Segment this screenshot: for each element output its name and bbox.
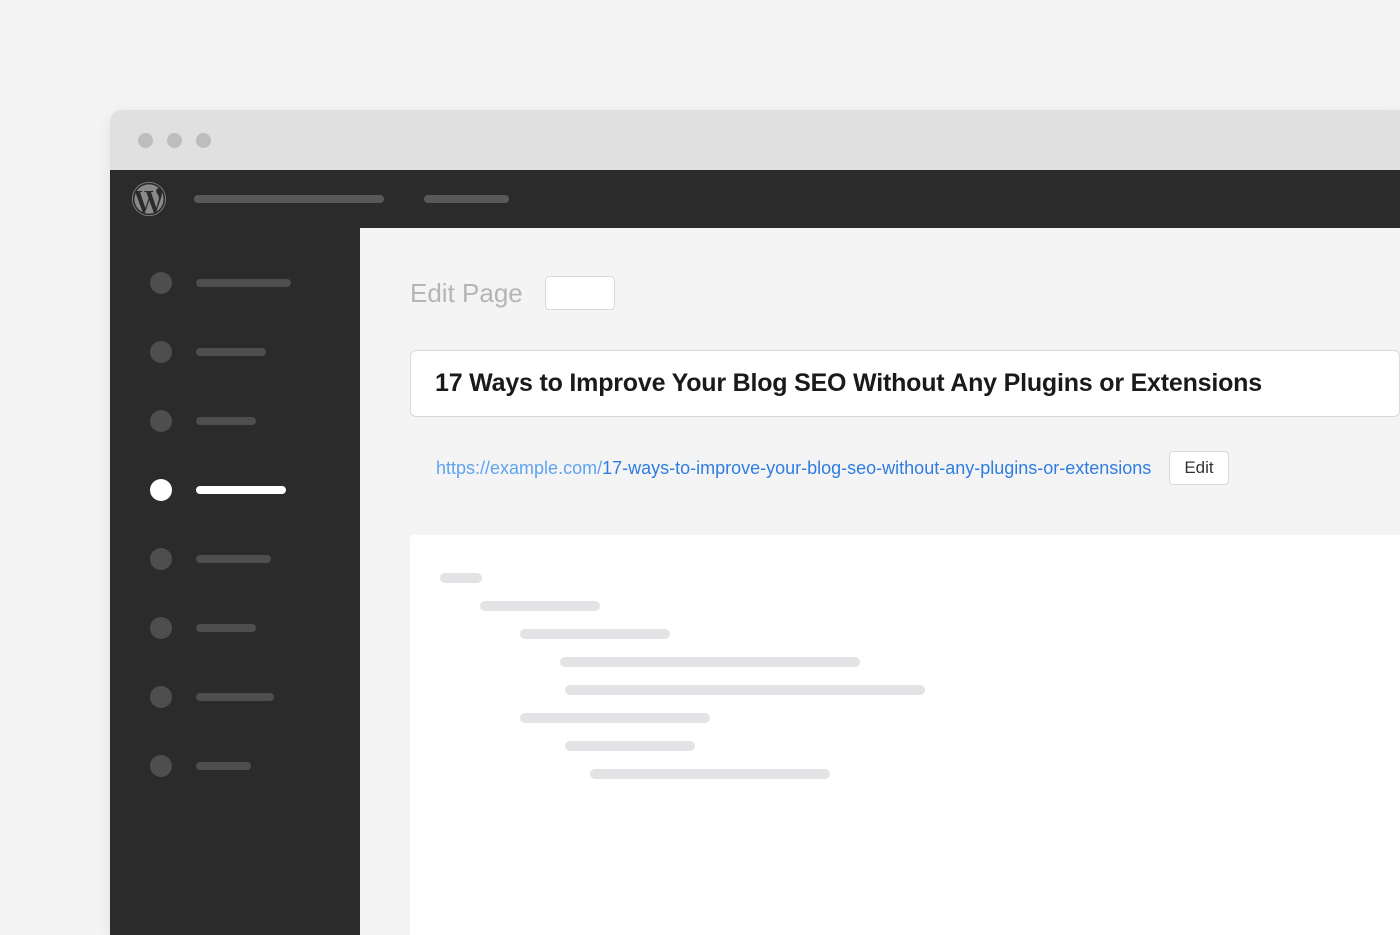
sidebar-item-icon: [150, 341, 172, 363]
editor-placeholder-line: [440, 573, 482, 583]
editor-placeholder-line: [520, 713, 710, 723]
window-titlebar: [110, 110, 1400, 170]
sidebar-item[interactable]: [150, 548, 360, 570]
sidebar-item-label: [196, 348, 266, 356]
main-content: Edit Page 17 Ways to Improve Your Blog S…: [360, 228, 1400, 935]
sidebar-item[interactable]: [150, 272, 360, 294]
window-close-dot[interactable]: [138, 133, 153, 148]
sidebar-item-label: [196, 624, 256, 632]
sidebar-item[interactable]: [150, 617, 360, 639]
sidebar-item-label: [196, 486, 286, 494]
sidebar-item[interactable]: [150, 479, 360, 501]
sidebar-item-label: [196, 279, 291, 287]
permalink-url: https://example.com/17-ways-to-improve-y…: [436, 458, 1151, 479]
page-title: Edit Page: [410, 278, 523, 309]
editor-placeholder-line: [480, 601, 600, 611]
editor-placeholder-line: [560, 657, 860, 667]
editor-placeholder-line: [565, 685, 925, 695]
editor-body[interactable]: [410, 535, 1400, 935]
permalink-base: https://example.com/: [436, 458, 602, 478]
app-body: Edit Page 17 Ways to Improve Your Blog S…: [110, 228, 1400, 935]
sidebar-item-icon: [150, 479, 172, 501]
editor-placeholder-line: [565, 741, 695, 751]
topbar-item[interactable]: [424, 195, 509, 203]
sidebar-item-icon: [150, 548, 172, 570]
sidebar-item-icon: [150, 617, 172, 639]
window-minimize-dot[interactable]: [167, 133, 182, 148]
sidebar-item[interactable]: [150, 686, 360, 708]
sidebar-item-icon: [150, 686, 172, 708]
editor-placeholder-line: [520, 629, 670, 639]
permalink-row: https://example.com/17-ways-to-improve-y…: [410, 451, 1400, 485]
sidebar-item-icon: [150, 410, 172, 432]
editor-placeholder-line: [590, 769, 830, 779]
sidebar-item-label: [196, 555, 271, 563]
add-new-button[interactable]: [545, 276, 615, 310]
app-frame: Edit Page 17 Ways to Improve Your Blog S…: [110, 170, 1400, 935]
post-title-input[interactable]: 17 Ways to Improve Your Blog SEO Without…: [410, 350, 1400, 417]
permalink-slug: 17-ways-to-improve-your-blog-seo-without…: [602, 458, 1151, 478]
sidebar-item-label: [196, 693, 274, 701]
sidebar-item-label: [196, 417, 256, 425]
admin-topbar: [110, 170, 1400, 228]
sidebar-item[interactable]: [150, 341, 360, 363]
wordpress-logo-icon[interactable]: [132, 182, 166, 216]
sidebar-item-icon: [150, 272, 172, 294]
edit-permalink-button[interactable]: Edit: [1169, 451, 1228, 485]
window-maximize-dot[interactable]: [196, 133, 211, 148]
topbar-item[interactable]: [194, 195, 384, 203]
admin-sidebar: [110, 228, 360, 935]
browser-window: Edit Page 17 Ways to Improve Your Blog S…: [110, 110, 1400, 935]
sidebar-item[interactable]: [150, 755, 360, 777]
sidebar-item-icon: [150, 755, 172, 777]
sidebar-item[interactable]: [150, 410, 360, 432]
sidebar-item-label: [196, 762, 251, 770]
page-header: Edit Page: [410, 276, 1400, 310]
